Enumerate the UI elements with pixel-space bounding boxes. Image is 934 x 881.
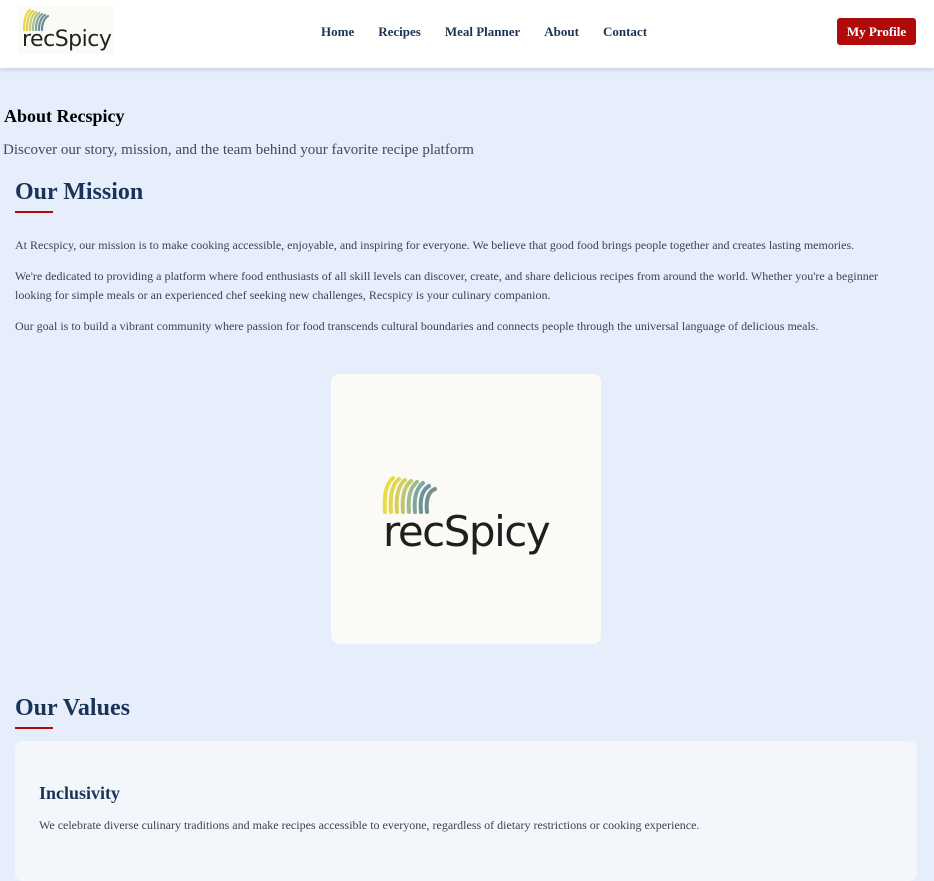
nav-home[interactable]: Home [313, 22, 362, 42]
mission-heading: Our Mission [15, 179, 144, 205]
svg-text:recSpicy: recSpicy [383, 507, 550, 556]
mission-paragraph-3: Our goal is to build a vibrant community… [15, 319, 819, 333]
values-heading: Our Values [15, 695, 130, 721]
page-subtitle: Discover our story, mission, and the tea… [3, 142, 474, 158]
nav-about[interactable]: About [536, 22, 587, 42]
nav-recipes[interactable]: Recipes [370, 22, 429, 42]
mission-logo-image: recSpicy [331, 374, 601, 644]
main-nav: Home Recipes Meal Planner About Contact [313, 22, 663, 42]
mission-heading-underline [15, 211, 53, 213]
recspicy-large-logo-icon: recSpicy [382, 476, 551, 556]
site-header: recSpicy Home Recipes Meal Planner About… [0, 0, 934, 68]
brand-logo[interactable]: recSpicy [18, 6, 114, 54]
nav-contact[interactable]: Contact [595, 22, 655, 42]
mission-paragraph-2: We're dedicated to providing a platform … [15, 269, 879, 302]
my-profile-button[interactable]: My Profile [837, 18, 916, 45]
value-title: Inclusivity [39, 783, 121, 803]
values-heading-underline [15, 727, 53, 729]
page-title: About Recspicy [4, 106, 125, 126]
value-card-inclusivity: Inclusivity We celebrate diverse culinar… [15, 741, 917, 881]
mission-paragraph-1: At Recspicy, our mission is to make cook… [15, 238, 855, 252]
nav-meal-planner[interactable]: Meal Planner [437, 22, 528, 42]
value-description: We celebrate diverse culinary traditions… [39, 818, 700, 832]
recspicy-logo-icon: recSpicy [22, 8, 112, 52]
svg-text:recSpicy: recSpicy [22, 27, 112, 52]
